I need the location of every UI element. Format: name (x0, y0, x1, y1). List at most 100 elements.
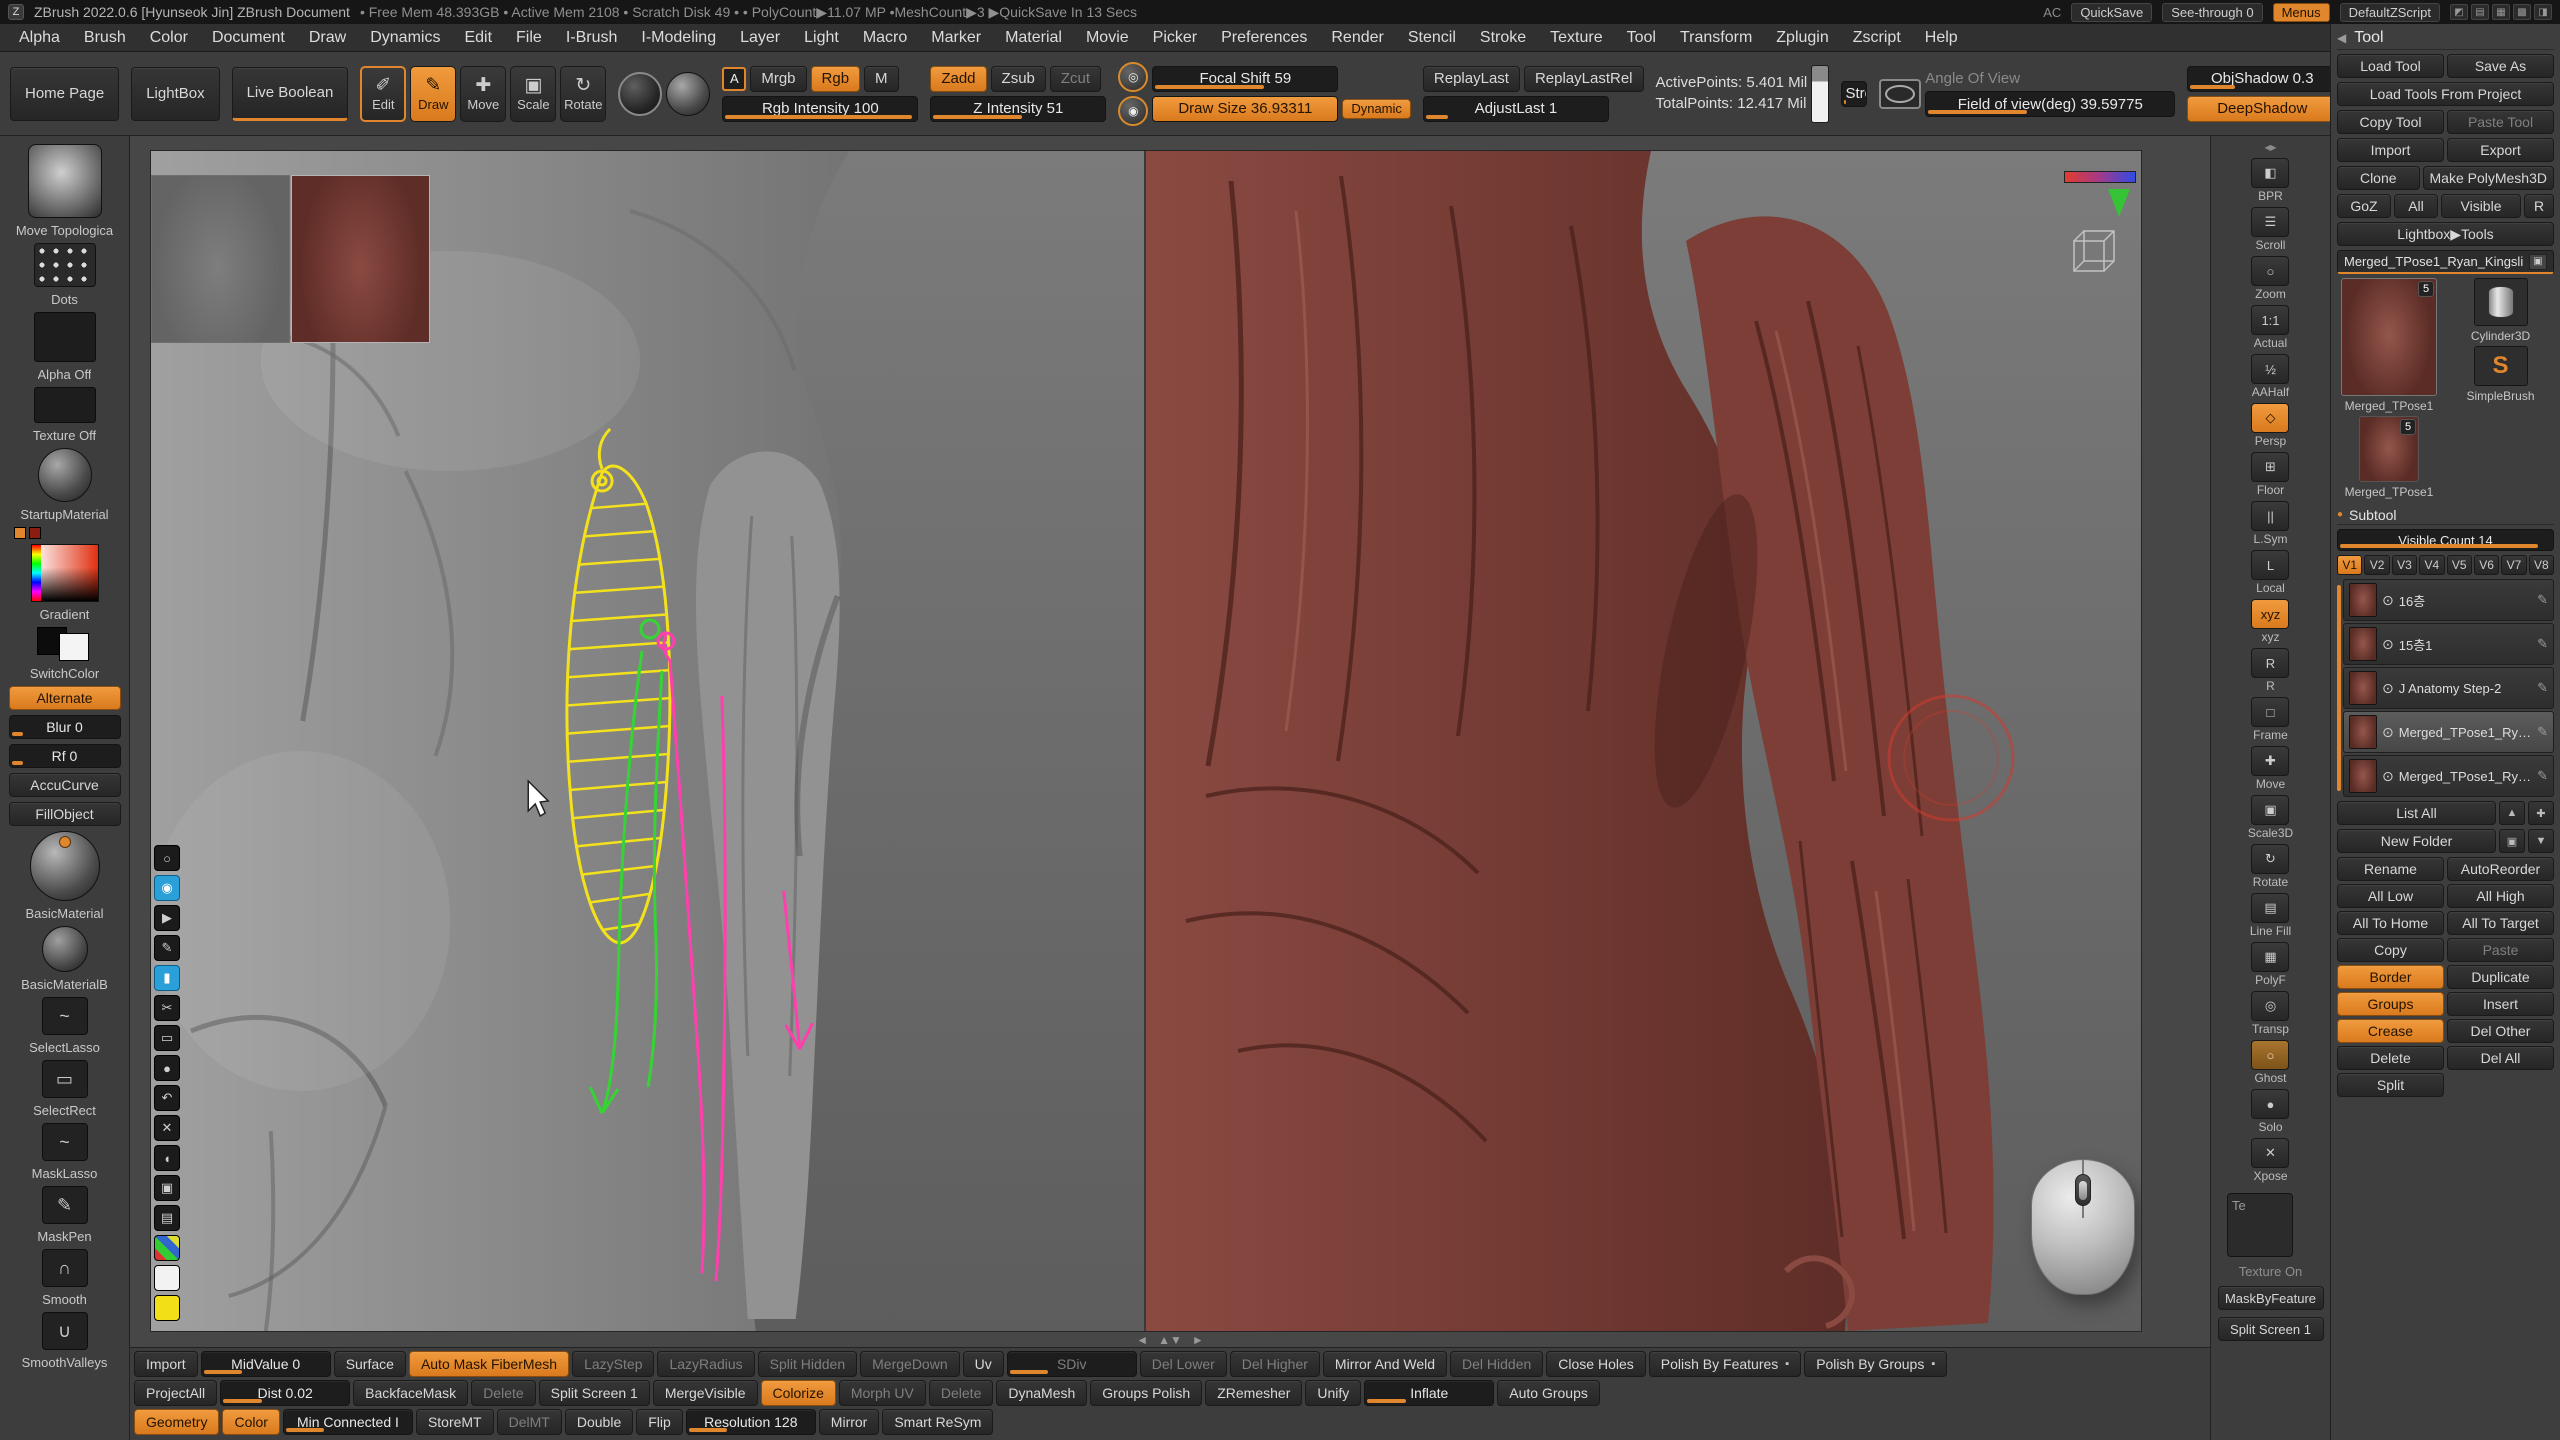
draw-size-dial-icon[interactable]: ◉ (1118, 96, 1148, 126)
tool-preview-icon[interactable]: ▣ (2529, 254, 2547, 270)
subtool-button[interactable]: Groups (2337, 992, 2444, 1016)
list-up-icon[interactable]: ▲ (2499, 801, 2525, 825)
bottom-button[interactable]: MidValue 0 (201, 1351, 331, 1377)
window-icon[interactable]: ◩ (2450, 4, 2468, 20)
z-intensity-slider[interactable]: Z Intensity 51 (930, 96, 1106, 122)
mini-toolbar-icon[interactable]: ▤ (154, 1205, 180, 1231)
bottom-button[interactable]: Close Holes (1546, 1351, 1645, 1377)
replay-last-rel-button[interactable]: ReplayLastRel (1524, 66, 1644, 92)
blur-slider[interactable]: Blur 0 (9, 715, 121, 739)
viewport-control-button[interactable]: || L.Sym (2251, 501, 2289, 546)
menu-item[interactable]: Alpha (8, 27, 71, 49)
version-tab[interactable]: V5 (2447, 555, 2472, 575)
bottom-button[interactable]: Import (134, 1351, 198, 1377)
bottom-button[interactable]: DynaMesh (996, 1380, 1087, 1406)
draw-mode-button[interactable]: ✎Draw (410, 66, 456, 122)
panel-divider-handle[interactable]: ◂▸ (2264, 140, 2276, 154)
focal-shift-dial-icon[interactable]: ◎ (1118, 62, 1148, 92)
version-tab[interactable]: V4 (2419, 555, 2444, 575)
subtool-button[interactable]: Paste (2447, 938, 2554, 962)
viewport-control-button[interactable]: ◧ BPR (2251, 158, 2289, 203)
bottom-button[interactable]: Auto Mask FiberMesh (409, 1351, 569, 1377)
current-tool-name-bar[interactable]: Merged_TPose1_Ryan_Kingsli ▣ (2337, 250, 2554, 274)
menu-item[interactable]: Zplugin (1765, 27, 1839, 49)
bottom-button[interactable]: Dist 0.02 (220, 1380, 350, 1406)
viewport-control-button[interactable]: ● Solo (2251, 1089, 2289, 1134)
mini-toolbar-icon[interactable]: ○ (154, 845, 180, 871)
version-tab[interactable]: V2 (2364, 555, 2389, 575)
new-folder-button[interactable]: New Folder (2337, 829, 2496, 853)
mini-toolbar-icon[interactable]: ↶ (154, 1085, 180, 1111)
subtool-button[interactable]: Copy (2337, 938, 2444, 962)
list-all-button[interactable]: List All (2337, 801, 2496, 825)
menu-item[interactable]: I-Brush (555, 27, 629, 49)
texture-preview-box[interactable]: Te (2227, 1193, 2293, 1257)
bottom-button[interactable]: Del Lower (1140, 1351, 1227, 1377)
cylinder3d-thumbnail[interactable] (2474, 278, 2528, 326)
viewport-control-button[interactable]: ▦ PolyF (2251, 942, 2289, 987)
objshadow-slider[interactable]: ObjShadow 0.3 (2187, 66, 2330, 92)
menu-item[interactable]: Stroke (1469, 27, 1537, 49)
bottom-button[interactable]: MergeDown (860, 1351, 959, 1377)
mini-toolbar-icon[interactable] (154, 1295, 180, 1321)
zcut-button[interactable]: Zcut (1050, 66, 1101, 92)
clone-button[interactable]: Clone (2337, 166, 2420, 190)
menu-item[interactable]: Dynamics (359, 27, 451, 49)
bottom-button[interactable]: Min Connected I (283, 1409, 413, 1435)
bottom-button[interactable]: Color (222, 1409, 279, 1435)
export-button[interactable]: Export (2447, 138, 2554, 162)
menu-item[interactable]: Zscript (1842, 27, 1912, 49)
mini-toolbar-icon[interactable]: ◉ (154, 875, 180, 901)
subtool-button[interactable]: All To Target (2447, 911, 2554, 935)
bottom-button[interactable]: Double (565, 1409, 633, 1435)
bottom-button[interactable]: ZRemesher (1205, 1380, 1302, 1406)
paintbrush-icon[interactable]: ✎ (2537, 768, 2548, 784)
gravity-strength-slider[interactable]: Gravity Strength 0 (1841, 81, 1867, 107)
document-canvas[interactable]: ○◉▶✎▮✂▭●↶✕◖▣▤ (130, 136, 2210, 1347)
viewport-control-button[interactable]: ◎ Transp (2251, 991, 2289, 1036)
menu-item[interactable]: Macro (852, 27, 918, 49)
rgb-intensity-slider[interactable]: Rgb Intensity 100 (722, 96, 918, 122)
bottom-button[interactable]: Del Hidden (1450, 1351, 1543, 1377)
select-rect-icon[interactable]: ▭ (42, 1060, 88, 1098)
viewport-control-button[interactable]: ✕ Xpose (2251, 1138, 2289, 1183)
subtool-row[interactable]: ⊙ 16층 ✎ (2343, 579, 2554, 621)
default-zscript-button[interactable]: DefaultZScript (2340, 3, 2440, 22)
alpha-thumbnail[interactable] (34, 312, 96, 362)
subtool-button[interactable]: All To Home (2337, 911, 2444, 935)
bottom-button[interactable]: Surface (334, 1351, 406, 1377)
make-polymesh3d-button[interactable]: Make PolyMesh3D (2423, 166, 2555, 190)
move-mode-button[interactable]: ✚Move (460, 66, 506, 122)
quicksave-button[interactable]: QuickSave (2071, 3, 2152, 22)
current-brush-thumbnail[interactable] (28, 144, 102, 218)
field-of-view-slider[interactable]: Field of view(deg) 39.59775 (1925, 91, 2175, 117)
bottom-button[interactable]: Smart ReSym (882, 1409, 993, 1435)
viewport-control-button[interactable]: ◇ Persp (2251, 403, 2289, 448)
live-boolean-button[interactable]: Live Boolean (232, 67, 349, 121)
menu-item[interactable]: Document (201, 27, 296, 49)
menu-item[interactable]: Layer (729, 27, 791, 49)
stroke-thumbnail[interactable] (34, 243, 96, 287)
menu-item[interactable]: Tool (1616, 27, 1667, 49)
mini-toolbar-icon[interactable]: ✎ (154, 935, 180, 961)
subtool-button[interactable]: Crease (2337, 1019, 2444, 1043)
window-icon[interactable]: ▩ (2513, 4, 2531, 20)
rgb-button[interactable]: Rgb (811, 66, 861, 92)
menus-button[interactable]: Menus (2273, 3, 2330, 22)
rf-slider[interactable]: Rf 0 (9, 744, 121, 768)
viewport-control-button[interactable]: ▤ Line Fill (2250, 893, 2291, 938)
subtool-button[interactable]: Rename (2337, 857, 2444, 881)
subtool-button[interactable]: Del All (2447, 1046, 2554, 1070)
goz-all-button[interactable]: All (2394, 194, 2438, 218)
fill-object-button[interactable]: FillObject (9, 802, 121, 826)
right-viewport[interactable] (1146, 151, 2141, 1331)
draw-size-gauge[interactable] (1811, 65, 1829, 123)
bottom-button[interactable]: Unify (1305, 1380, 1361, 1406)
replay-last-button[interactable]: ReplayLast (1423, 66, 1520, 92)
bottom-button[interactable]: Mirror And Weld (1323, 1351, 1447, 1377)
version-tab[interactable]: V7 (2501, 555, 2526, 575)
texture-thumbnail[interactable] (34, 387, 96, 423)
subtool-button[interactable]: Insert (2447, 992, 2554, 1016)
bottom-button[interactable]: Split Hidden (758, 1351, 858, 1377)
bottom-button[interactable]: Geometry (134, 1409, 219, 1435)
